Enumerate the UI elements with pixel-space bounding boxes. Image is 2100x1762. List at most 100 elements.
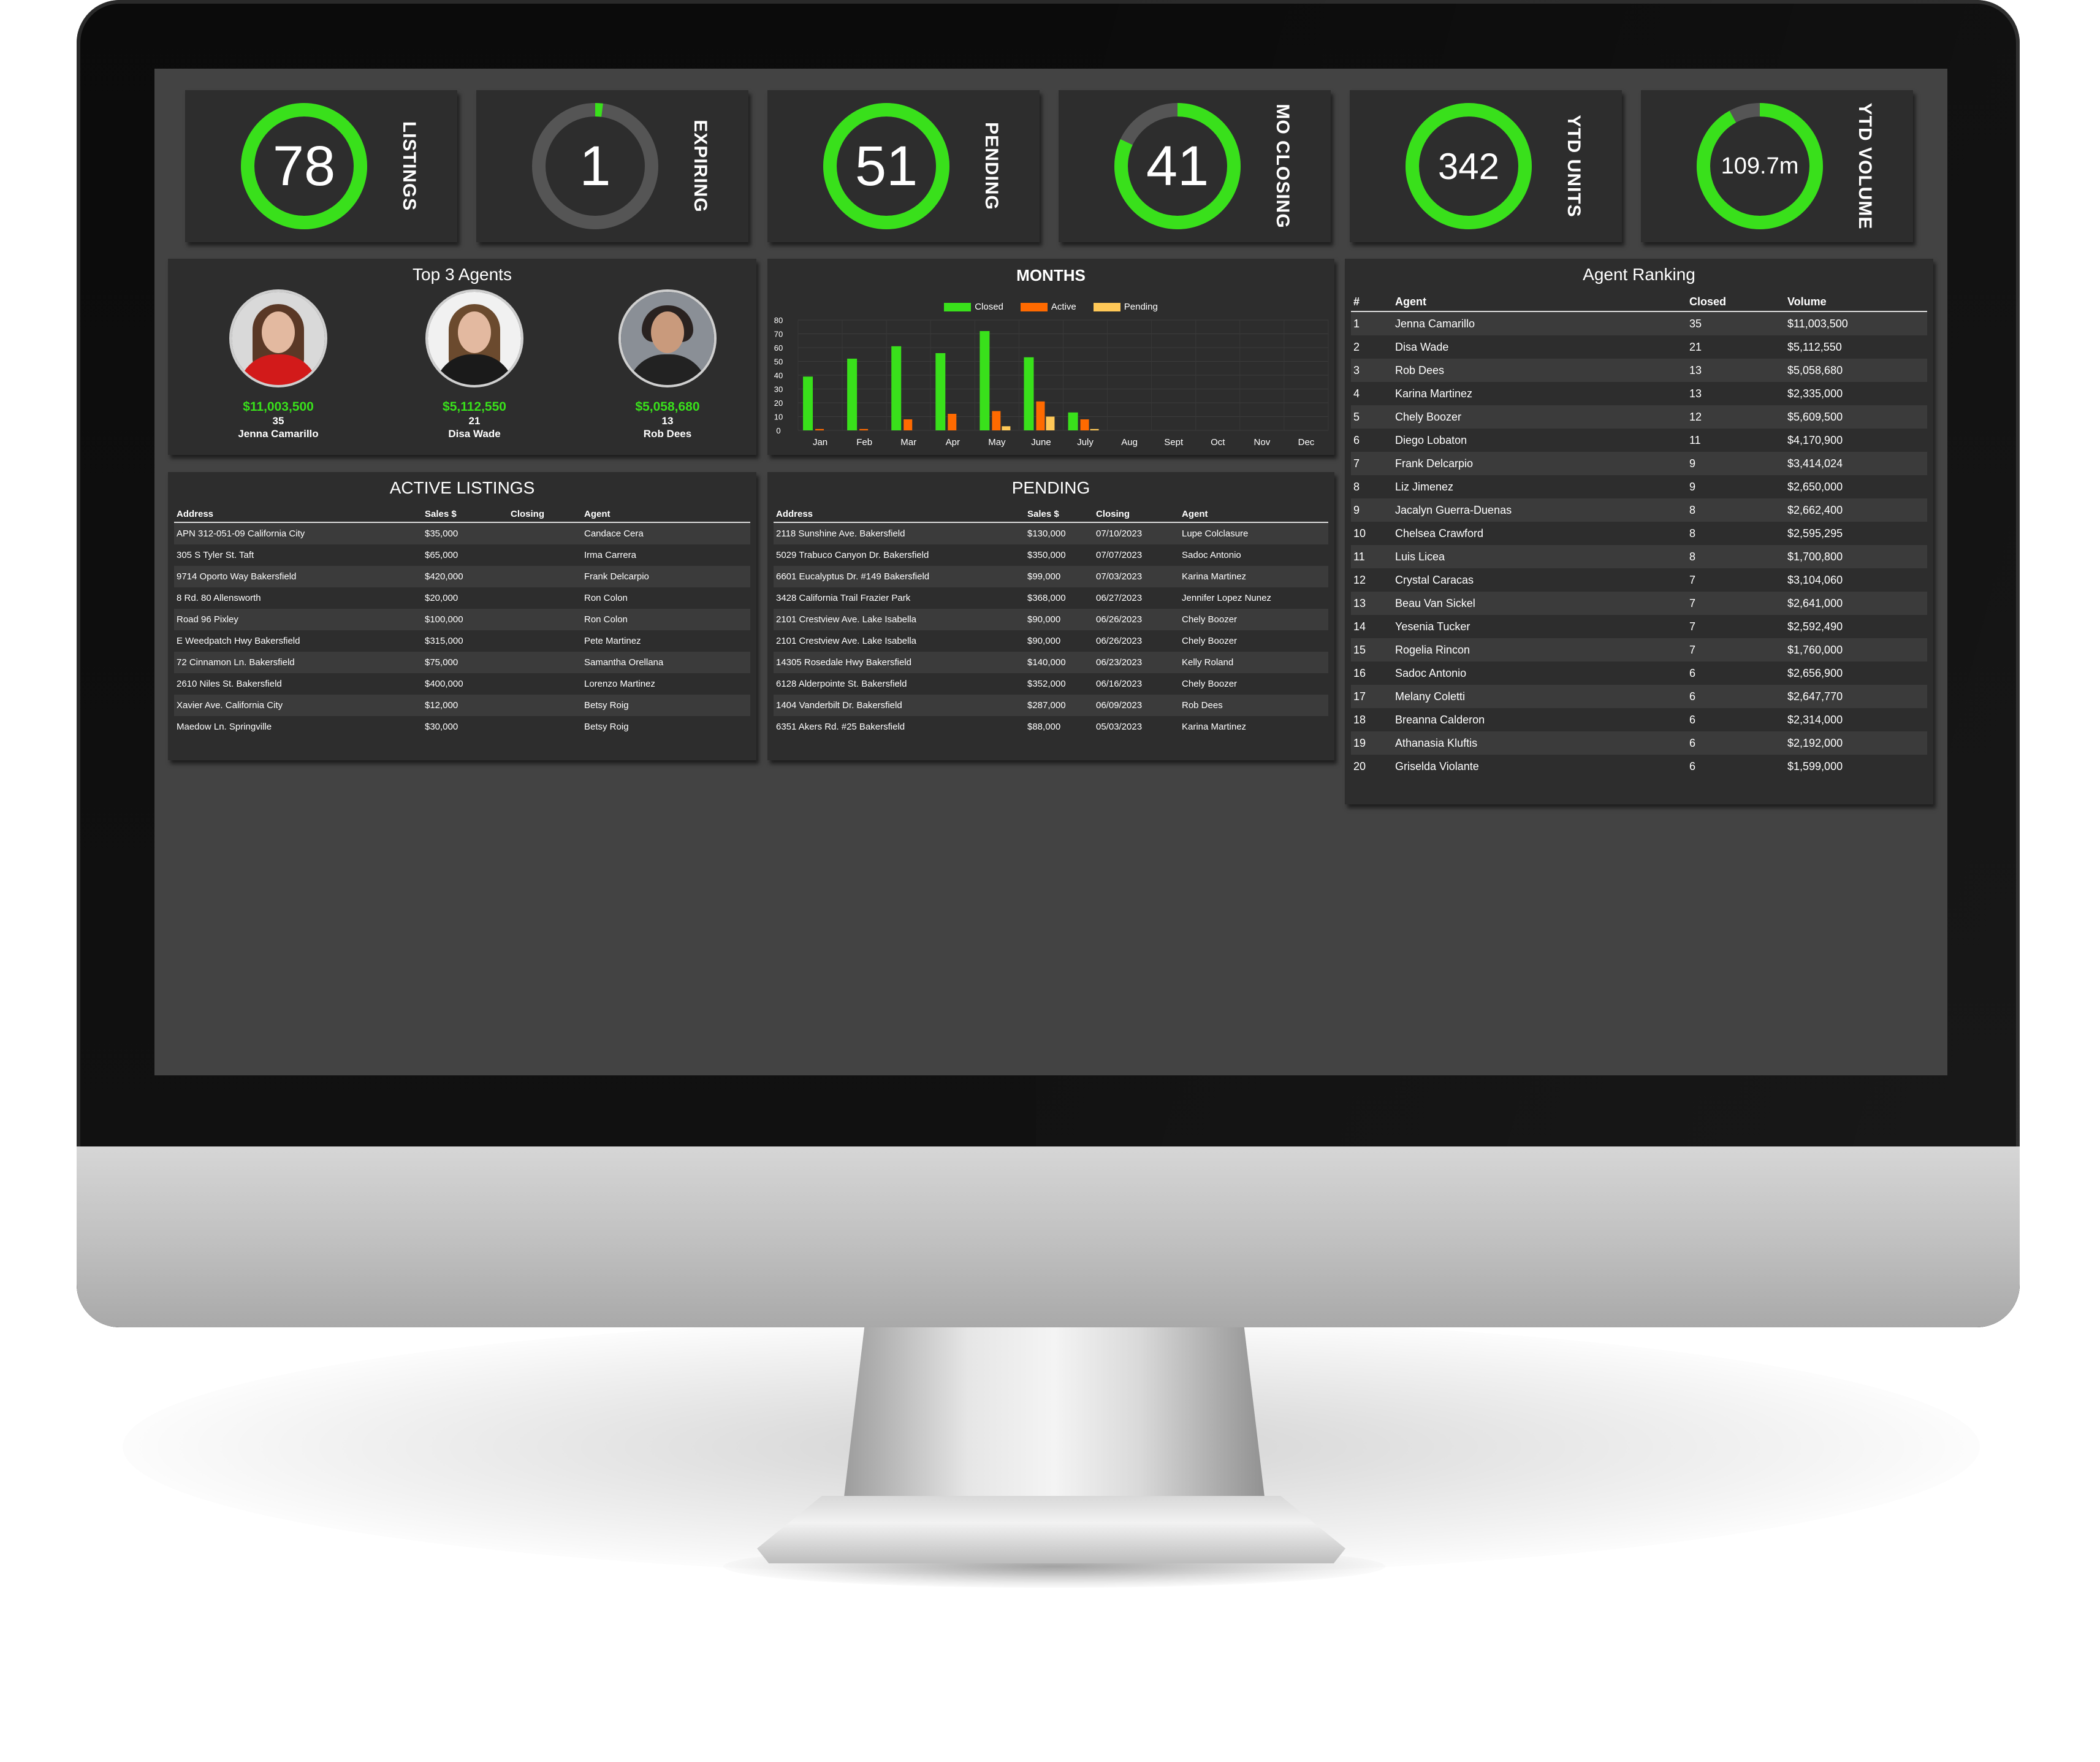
table-cell: $2,656,900 (1785, 662, 1927, 685)
table-cell: 8 Rd. 80 Allensworth (174, 587, 422, 609)
table-cell: $90,000 (1025, 609, 1094, 630)
pending-row[interactable]: 14305 Rosedale Hwy Bakersfield $140,000 06… (774, 652, 1328, 673)
gauge-ytd-units[interactable]: 342 YTD UNITS (1350, 90, 1622, 242)
gauge-expiring[interactable]: 1 EXPIRING (476, 90, 748, 242)
listing-row[interactable]: Xavier Ave. California City $12,000 Betsy … (174, 695, 750, 716)
table-cell: Breanna Calderon (1393, 708, 1687, 731)
column-header[interactable]: Closing (508, 506, 582, 523)
ranking-row[interactable]: 17 Melany Coletti 6 $2,647,770 (1351, 685, 1927, 708)
listing-row[interactable]: Maedow Ln. Springville $30,000 Betsy Roig (174, 716, 750, 738)
listing-row[interactable]: 8 Rd. 80 Allensworth $20,000 Ron Colon (174, 587, 750, 609)
pending-row[interactable]: 3428 California Trail Frazier Park $368,0… (774, 587, 1328, 609)
column-header[interactable]: Closing (1094, 506, 1179, 523)
ranking-row[interactable]: 19 Athanasia Kluftis 6 $2,192,000 (1351, 731, 1927, 755)
bar-active-july[interactable] (1080, 419, 1089, 430)
ranking-row[interactable]: 16 Sadoc Antonio 6 $2,656,900 (1351, 662, 1927, 685)
top-agent-card[interactable]: $5,112,550 21 Disa Wade (382, 289, 566, 440)
ranking-row[interactable]: 3 Rob Dees 13 $5,058,680 (1351, 359, 1927, 382)
table-cell (508, 695, 582, 716)
column-header[interactable]: Agent (1179, 506, 1328, 523)
bar-active-june[interactable] (1036, 401, 1045, 430)
listing-row[interactable]: Road 96 Pixley $100,000 Ron Colon (174, 609, 750, 630)
table-cell: $2,592,490 (1785, 615, 1927, 638)
table-cell: $3,414,024 (1785, 452, 1927, 475)
ranking-row[interactable]: 4 Karina Martinez 13 $2,335,000 (1351, 382, 1927, 405)
ranking-row[interactable]: 18 Breanna Calderon 6 $2,314,000 (1351, 708, 1927, 731)
ranking-row[interactable]: 1 Jenna Camarillo 35 $11,003,500 (1351, 311, 1927, 335)
pending-row[interactable]: 5029 Trabuco Canyon Dr. Bakersfield $350,… (774, 544, 1328, 566)
top-agent-card[interactable]: $11,003,500 35 Jenna Camarillo (186, 289, 370, 440)
table-cell: 2 (1351, 335, 1393, 359)
gauge-pending[interactable]: 51 PENDING (767, 90, 1040, 242)
gauge-listings[interactable]: 78 LISTINGS (185, 90, 457, 242)
table-cell: $11,003,500 (1785, 311, 1927, 335)
column-header[interactable]: Agent (1393, 292, 1687, 312)
column-header[interactable]: Sales $ (1025, 506, 1094, 523)
column-header[interactable]: Volume (1785, 292, 1927, 312)
ranking-row[interactable]: 13 Beau Van Sickel 7 $2,641,000 (1351, 592, 1927, 615)
column-header[interactable]: Address (774, 506, 1025, 523)
ranking-row[interactable]: 14 Yesenia Tucker 7 $2,592,490 (1351, 615, 1927, 638)
bar-active-apr[interactable] (948, 414, 957, 430)
table-cell: 15 (1351, 638, 1393, 662)
bar-closed-may[interactable] (980, 331, 990, 430)
pending-row[interactable]: 2101 Crestview Ave. Lake Isabella $90,000… (774, 630, 1328, 652)
bar-closed-apr[interactable] (935, 353, 946, 430)
bar-closed-feb[interactable] (847, 359, 858, 430)
listing-row[interactable]: E Weedpatch Hwy Bakersfield $315,000 Pete … (174, 630, 750, 652)
pending-row[interactable]: 1404 Vanderbilt Dr. Bakersfield $287,000 0… (774, 695, 1328, 716)
ranking-row[interactable]: 5 Chely Boozer 12 $5,609,500 (1351, 405, 1927, 429)
bar-active-may[interactable] (992, 411, 1001, 431)
bar-active-mar[interactable] (904, 419, 913, 430)
bar-closed-jan[interactable] (803, 376, 813, 430)
bar-active-feb[interactable] (859, 429, 869, 430)
table-cell: 9 (1687, 452, 1785, 475)
table-cell: 3428 California Trail Frazier Park (774, 587, 1025, 609)
listing-row[interactable]: 305 S Tyler St. Taft $65,000 Irma Carrera (174, 544, 750, 566)
top-agent-card[interactable]: $5,058,680 13 Rob Dees (576, 289, 759, 440)
pending-row[interactable]: 6128 Alderpointe St. Bakersfield $352,000… (774, 673, 1328, 695)
ranking-row[interactable]: 7 Frank Delcarpio 9 $3,414,024 (1351, 452, 1927, 475)
y-tick-label: 10 (774, 413, 783, 422)
table-cell: $65,000 (422, 544, 508, 566)
bar-pending-may[interactable] (1002, 426, 1011, 430)
listing-row[interactable]: 9714 Oporto Way Bakersfield $420,000 Frank… (174, 566, 750, 587)
column-header[interactable]: Agent (582, 506, 750, 523)
column-header[interactable]: Closed (1687, 292, 1785, 312)
table-cell: Luis Licea (1393, 545, 1687, 568)
listing-row[interactable]: 72 Cinnamon Ln. Bakersfield $75,000 Samant… (174, 652, 750, 673)
gauge-ytd-volume[interactable]: 109.7m YTD VOLUME (1641, 90, 1913, 242)
column-header[interactable]: # (1351, 292, 1393, 312)
ranking-row[interactable]: 10 Chelsea Crawford 8 $2,595,295 (1351, 522, 1927, 545)
listing-row[interactable]: APN 312-051-09 California City $35,000 Can… (174, 522, 750, 544)
ranking-row[interactable]: 11 Luis Licea 8 $1,700,800 (1351, 545, 1927, 568)
ranking-row[interactable]: 8 Liz Jimenez 9 $2,650,000 (1351, 475, 1927, 498)
table-cell: $5,058,680 (1785, 359, 1927, 382)
bar-closed-july[interactable] (1068, 412, 1078, 430)
column-header[interactable]: Address (174, 506, 422, 523)
table-cell: Betsy Roig (582, 695, 750, 716)
pending-row[interactable]: 6601 Eucalyptus Dr. #149 Bakersfield $99,… (774, 566, 1328, 587)
listing-row[interactable]: 2610 Niles St. Bakersfield $400,000 Lorenz… (174, 673, 750, 695)
ranking-row[interactable]: 12 Crystal Caracas 7 $3,104,060 (1351, 568, 1927, 592)
ranking-row[interactable]: 15 Rogelia Rincon 7 $1,760,000 (1351, 638, 1927, 662)
ranking-row[interactable]: 20 Griselda Violante 6 $1,599,000 (1351, 755, 1927, 778)
ranking-row[interactable]: 6 Diego Lobaton 11 $4,170,900 (1351, 429, 1927, 452)
pending-row[interactable]: 2101 Crestview Ave. Lake Isabella $90,000… (774, 609, 1328, 630)
table-cell: $30,000 (422, 716, 508, 738)
bar-closed-june[interactable] (1024, 357, 1034, 430)
bar-closed-mar[interactable] (891, 346, 902, 430)
table-cell: Lorenzo Martinez (582, 673, 750, 695)
ranking-row[interactable]: 9 Jacalyn Guerra-Duenas 8 $2,662,400 (1351, 498, 1927, 522)
active-listings-table: Address Sales $ Closing Agent APN 312-051-0… (174, 506, 750, 738)
ranking-row[interactable]: 2 Disa Wade 21 $5,112,550 (1351, 335, 1927, 359)
table-header-row: Address Sales $ Closing Agent (774, 506, 1328, 523)
column-header[interactable]: Sales $ (422, 506, 508, 523)
pending-row[interactable]: 6351 Akers Rd. #25 Bakersfield $88,000 05/… (774, 716, 1328, 738)
bar-pending-june[interactable] (1046, 416, 1055, 431)
table-cell: $4,170,900 (1785, 429, 1927, 452)
bar-pending-july[interactable] (1090, 429, 1099, 430)
gauge-mo-closing[interactable]: 41 MO CLOSING (1059, 90, 1331, 242)
bar-active-jan[interactable] (815, 429, 824, 430)
pending-row[interactable]: 2118 Sunshine Ave. Bakersfield $130,000 07… (774, 522, 1328, 544)
